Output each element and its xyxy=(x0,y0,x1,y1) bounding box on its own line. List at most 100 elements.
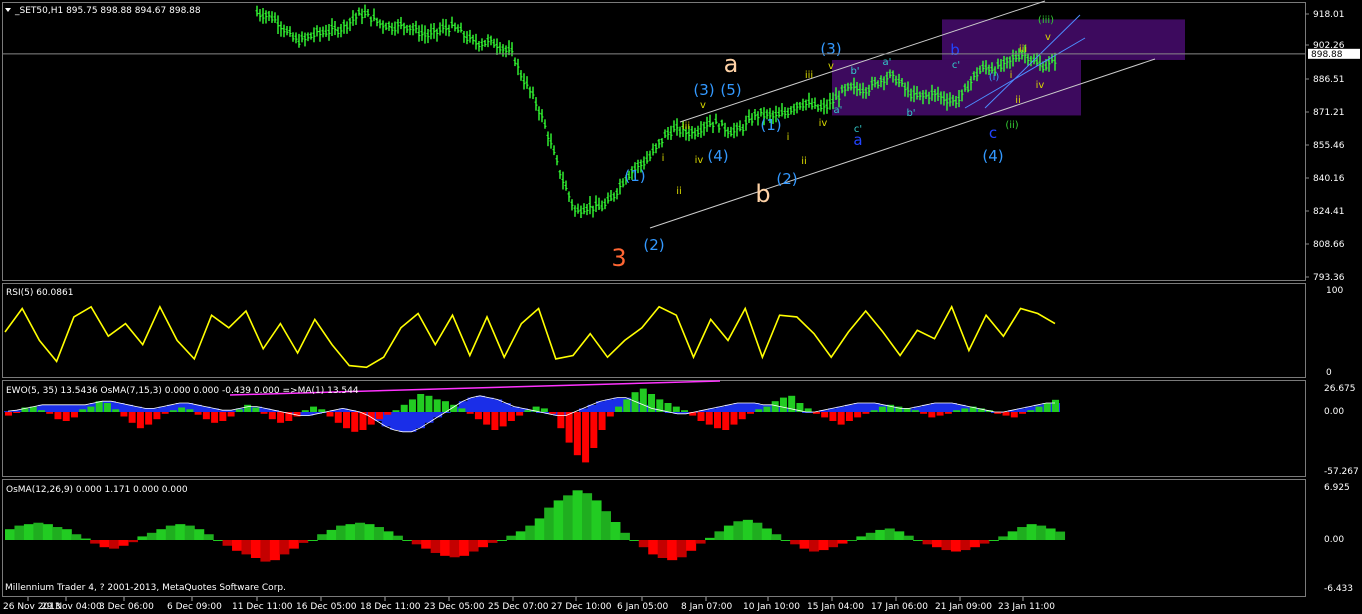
osma-bar xyxy=(336,525,347,540)
osma-bar xyxy=(960,540,971,551)
ewo-bar xyxy=(606,412,614,417)
ewo-bar xyxy=(153,412,161,420)
ewo-bar xyxy=(730,412,738,425)
wave-label: iv xyxy=(819,118,828,129)
ewo-bar xyxy=(1010,412,1018,418)
osma-bar xyxy=(534,518,545,540)
osma-bar xyxy=(705,537,716,540)
ewo-pane-title: EWO(5, 35) 13.5436 OsMA(7,15,3) 0.000 0.… xyxy=(6,386,359,396)
ewo-bar xyxy=(681,410,689,412)
osma-blue-bar xyxy=(467,397,477,412)
ewo-bar xyxy=(854,412,862,418)
osma-bar xyxy=(884,528,895,540)
osma-bar xyxy=(894,531,905,540)
ewo-bar xyxy=(738,412,746,420)
ewo-bar xyxy=(5,412,12,416)
wave-label: (ii) xyxy=(1005,120,1018,131)
osma-bar xyxy=(156,529,167,540)
osma-bar xyxy=(194,529,205,540)
wave-label: a' xyxy=(883,57,892,68)
ewo-bar xyxy=(408,399,416,412)
ewo-bar xyxy=(227,412,235,417)
ewo-bar xyxy=(169,410,177,412)
ewo-bar xyxy=(384,412,392,415)
ewo-bar xyxy=(375,412,383,420)
osma-bar xyxy=(903,535,914,540)
wave-label: v xyxy=(700,100,706,111)
osma-bar xyxy=(165,525,176,540)
time-axis-label: 29 Nov 04:00 xyxy=(41,602,102,612)
ewo-bar xyxy=(911,410,919,412)
osma-bar xyxy=(241,540,252,555)
price-scale-tick: 886.51 xyxy=(1313,75,1345,85)
ewo-bar xyxy=(623,399,631,412)
ewo-bar xyxy=(46,412,54,414)
osma-bar xyxy=(941,540,952,551)
osma-bar xyxy=(383,531,394,540)
trading-chart[interactable]: 3(1)(2)iiiiiiivv(3)(4)(5)ab(1)(2)iiiiiii… xyxy=(0,0,1362,614)
osma-bar xyxy=(459,540,470,556)
osma-bar xyxy=(184,525,195,540)
osma-blue-bar xyxy=(742,403,752,412)
osma-bar xyxy=(52,527,63,540)
osma-blue-bar xyxy=(141,408,151,412)
ewo-bar xyxy=(870,410,878,412)
price-scale-tick: 855.46 xyxy=(1313,141,1345,151)
ewo-bar xyxy=(367,412,375,425)
ewo-bar xyxy=(664,403,672,412)
osma-bar xyxy=(913,540,924,541)
wave-label: a' xyxy=(834,105,843,116)
wave-label: ii xyxy=(1015,95,1021,106)
time-axis-label: 18 Dec 11:00 xyxy=(360,602,421,612)
ewo-bar xyxy=(713,412,721,429)
osma-bar xyxy=(619,532,630,540)
osma-bar xyxy=(203,534,214,540)
osma-bar xyxy=(771,534,782,540)
ewo-bar xyxy=(639,388,647,412)
wave-label: (2) xyxy=(643,236,664,254)
osma-bar xyxy=(411,540,422,545)
ewo-bar xyxy=(961,408,969,412)
osma-bar xyxy=(14,525,25,540)
osma-bar xyxy=(638,540,649,548)
osma-bar xyxy=(1045,528,1056,540)
ewo-bar xyxy=(425,395,433,412)
osma-bar xyxy=(137,536,148,540)
ewo-bar xyxy=(70,412,78,418)
main-header: _SET50,H1 895.75 898.88 894.67 898.88 xyxy=(5,6,201,16)
wave-label: a xyxy=(853,131,862,149)
osma-bar xyxy=(355,522,366,540)
copyright-text: Millennium Trader 4, ? 2001-2013, MetaQu… xyxy=(5,583,286,593)
ewo-bar xyxy=(598,412,606,430)
osma-blue-bar xyxy=(845,404,855,412)
ewo-bar xyxy=(87,406,95,412)
osma-blue-bar xyxy=(604,399,614,412)
main-pane-title: _SET50,H1 895.75 898.88 894.67 898.88 xyxy=(14,6,201,16)
osma-blue-bar xyxy=(724,404,734,412)
osma-bar xyxy=(468,540,479,552)
osma-bar xyxy=(979,540,990,544)
price-scale-tick: 808.66 xyxy=(1313,240,1345,250)
ewo-bar xyxy=(928,412,936,418)
osma-scale-zero: 0.00 xyxy=(1324,535,1344,545)
osma-bar xyxy=(780,540,791,541)
osma-blue-bar xyxy=(149,408,159,412)
wave-label: 3 xyxy=(611,244,626,272)
ewo-bar xyxy=(466,412,474,414)
osma-bar xyxy=(232,540,243,551)
ewo-bar xyxy=(310,406,318,412)
wave-label: i xyxy=(1010,70,1013,81)
osma-bar xyxy=(1055,531,1066,540)
rsi-scale-0: 0 xyxy=(1326,368,1332,378)
wave-label: (5) xyxy=(720,81,741,99)
wave-label: v xyxy=(1045,32,1051,43)
osma-bar xyxy=(449,540,460,558)
osma-bar xyxy=(42,524,53,540)
time-axis-label: 23 Jan 11:00 xyxy=(998,602,1055,612)
ewo-bar xyxy=(697,412,705,421)
ewo-bar xyxy=(821,412,829,418)
ewo-bar xyxy=(862,412,870,414)
ewo-bar xyxy=(417,394,425,412)
osma-bar xyxy=(799,540,810,549)
osma-bar xyxy=(250,540,262,558)
